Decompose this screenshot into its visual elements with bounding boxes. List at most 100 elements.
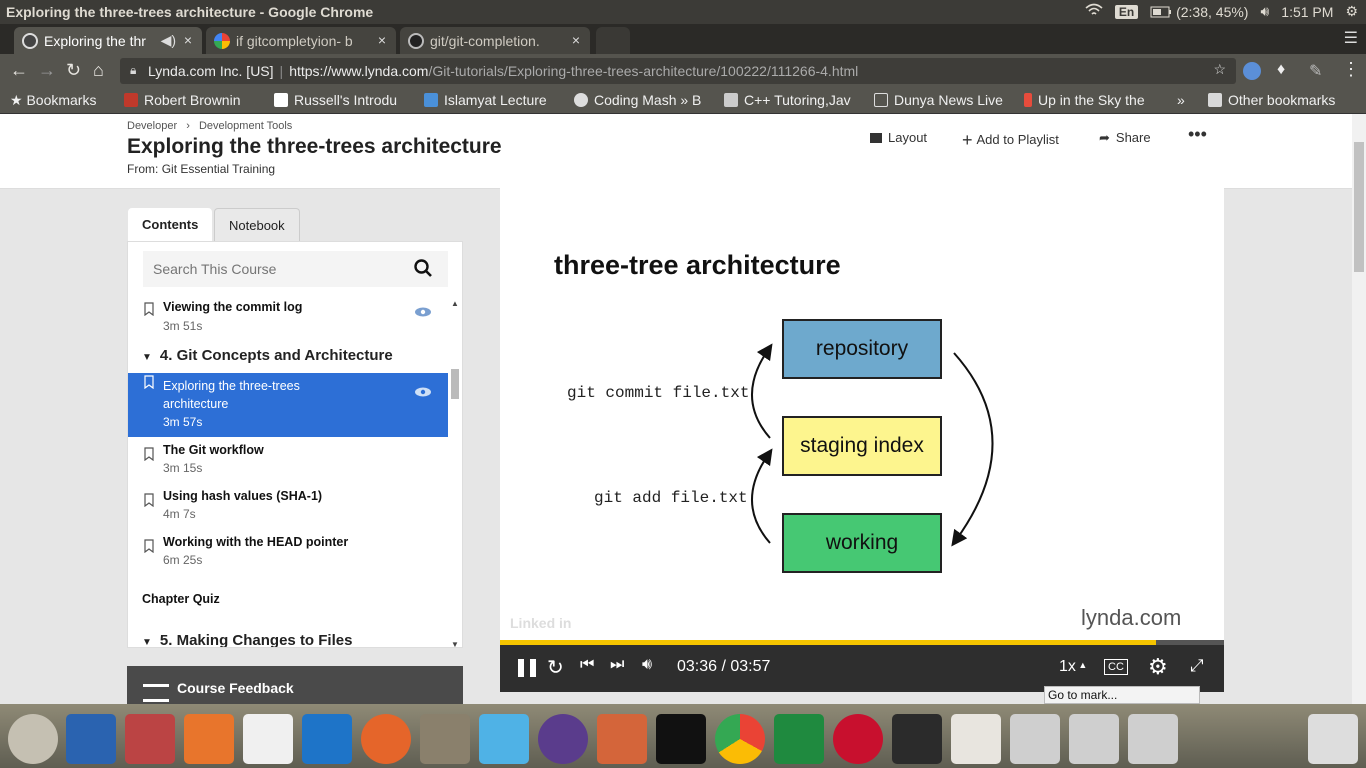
drive-icon[interactable] [1010,714,1060,764]
chapter-5-heading[interactable]: ▼ 5. Making Changes to Files [142,632,352,648]
writer-icon[interactable] [66,714,116,764]
star-icon[interactable]: ☆ [1213,61,1226,78]
close-icon[interactable]: × [378,32,386,48]
firefox-icon[interactable] [361,714,411,764]
new-tab-button[interactable] [596,27,630,54]
bookmark-icon[interactable] [144,539,154,556]
trash-icon[interactable] [1308,714,1358,764]
layout-button[interactable]: Layout [870,130,927,145]
breadcrumb-development-tools[interactable]: Development Tools [199,120,292,132]
time-display: 03:36 / 03:57 [677,658,771,675]
next-icon[interactable]: ⏭︎ [610,656,624,674]
volume-icon[interactable]: 🔊︎ [1260,3,1269,20]
course-feedback-panel[interactable]: Course Feedback [127,666,463,706]
intellij-icon[interactable] [656,714,706,764]
clock[interactable]: 1:51 PM [1281,4,1333,20]
gear-icon[interactable]: ⚙ [1345,3,1358,20]
wifi-icon[interactable] [1085,3,1103,20]
software-center-icon[interactable] [184,714,234,764]
pause-icon[interactable] [518,659,536,677]
bookmark-item[interactable]: Up in the Sky the [1024,92,1145,108]
chrome-icon[interactable] [715,714,765,764]
tab-audio-icon[interactable]: ◀) [161,32,176,49]
close-icon[interactable]: × [572,32,580,48]
eclipse-icon[interactable] [538,714,588,764]
scrollbar-thumb[interactable] [451,369,459,399]
opera-icon[interactable] [833,714,883,764]
watched-eye-icon [414,306,432,320]
more-options-icon[interactable]: ••• [1188,124,1207,145]
drive-icon[interactable] [1069,714,1119,764]
list-item-head-pointer[interactable]: Working with the HEAD pointer 6m 25s [128,535,448,575]
page-scrollbar[interactable] [1352,114,1366,704]
course-search-input[interactable] [143,251,448,287]
extension-icon[interactable] [1243,62,1261,80]
diamond-extension-icon[interactable]: ♦ [1277,61,1285,79]
collapse-triangle-icon: ▼ [142,637,152,648]
cc-button[interactable]: CC [1104,659,1128,675]
ubuntu-icon[interactable] [8,714,58,764]
back-button[interactable]: ← [10,60,28,81]
text-editor-icon[interactable] [951,714,1001,764]
tab-notebook[interactable]: Notebook [214,208,300,241]
gimp-icon[interactable] [420,714,470,764]
video-player[interactable]: three-tree architecture repository stagi… [500,188,1224,642]
bookmark-icon[interactable] [144,447,154,464]
list-item-viewing-commit-log[interactable]: Viewing the commit log 3m 51s [128,300,448,340]
lock-icon[interactable]: 🔒︎ [130,63,136,78]
list-item-git-workflow[interactable]: The Git workflow 3m 15s [128,443,448,483]
replay-icon[interactable]: ↻ [547,655,564,680]
tab-contents[interactable]: Contents [128,208,213,241]
address-bar[interactable]: 🔒︎ Lynda.com Inc. [US] | https://www.lynda… [120,58,1236,84]
calc-icon[interactable] [774,714,824,764]
settings-icon[interactable] [479,714,529,764]
forward-button[interactable]: → [38,60,56,81]
file-manager-icon[interactable] [125,714,175,764]
tab-github[interactable]: git/git-completion. × [400,27,590,54]
terminal-icon[interactable] [892,714,942,764]
tab-exploring[interactable]: Exploring the thr ◀) × [14,27,202,54]
previous-icon[interactable]: ⏮︎ [580,656,594,674]
keyboard-indicator[interactable]: En [1114,4,1139,19]
speed-button[interactable]: 1x ▲ [1059,658,1087,676]
bookmark-icon[interactable] [144,375,154,392]
chapter-4-heading[interactable]: ▼ 4. Git Concepts and Architecture [142,347,393,364]
bookmark-item[interactable]: Dunya News Live [874,92,1003,108]
go-to-mark-tooltip[interactable]: Go to mark... [1044,686,1200,704]
menu-icon[interactable]: ⋮ [1342,59,1360,80]
bookmark-item[interactable]: C++ Tutoring,Jav [724,92,851,108]
incognito-icon[interactable]: ☰ [1344,28,1358,48]
vscode-icon[interactable] [302,714,352,764]
other-bookmarks-folder[interactable]: Other bookmarks [1208,92,1335,108]
bookmark-icon[interactable] [144,493,154,510]
tab-gitcompletion-search[interactable]: if gitcompletyion- b × [206,27,396,54]
bookmark-item[interactable]: Islamyat Lecture [424,92,547,108]
home-button[interactable]: ⌂ [93,60,104,81]
fullscreen-icon[interactable]: ⤢ [1190,656,1204,676]
list-item-chapter-quiz[interactable]: Chapter Quiz [128,592,448,612]
volume-icon[interactable]: 🔊︎ [642,656,652,674]
breadcrumb-developer[interactable]: Developer [127,120,177,132]
list-item-hash-values[interactable]: Using hash values (SHA-1) 4m 7s [128,489,448,529]
bookmarks-button[interactable]: ★ Bookmarks [10,92,96,109]
bookmark-icon[interactable] [144,302,154,319]
list-item-exploring-three-trees[interactable]: Exploring the three-trees architecture 3… [128,373,448,437]
bookmark-item[interactable]: Russell's Introdu [274,92,397,108]
battery-status[interactable]: (2:38, 45%) [1150,4,1248,20]
amazon-icon[interactable] [243,714,293,764]
add-to-playlist-button[interactable]: + Add to Playlist [962,130,1059,151]
search-icon[interactable] [414,259,432,282]
share-button[interactable]: ➦ Share [1099,130,1151,146]
reload-button[interactable]: ↻ [66,60,81,81]
bookmark-item[interactable]: Coding Mash » B [574,92,701,108]
bookmark-item[interactable]: Robert Brownin [124,92,241,108]
scrollbar-thumb[interactable] [1354,142,1364,272]
impress-icon[interactable] [597,714,647,764]
bookmarks-overflow-button[interactable]: » [1177,92,1185,108]
contents-scrollbar[interactable]: ▲ ▼ [448,299,462,647]
pen-extension-icon[interactable]: ✎ [1309,61,1322,81]
drive-icon[interactable] [1128,714,1178,764]
settings-gear-icon[interactable]: ⚙ [1148,654,1168,680]
course-link[interactable]: Git Essential Training [162,162,275,176]
close-icon[interactable]: × [184,32,192,48]
